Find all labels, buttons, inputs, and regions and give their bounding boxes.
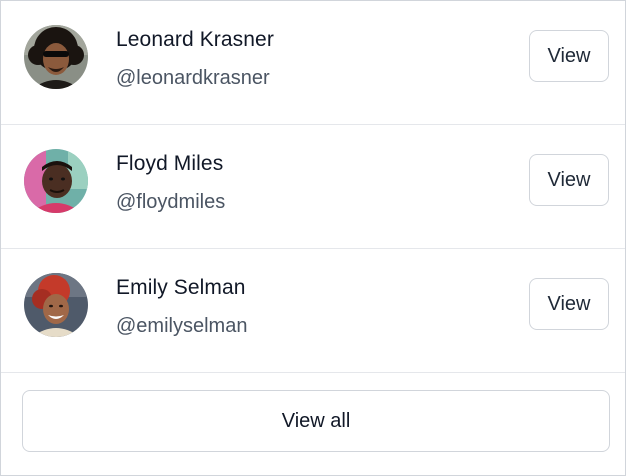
view-button[interactable]: View (529, 154, 609, 206)
list-item: Emily Selman @emilyselman View (1, 249, 625, 373)
avatar (24, 273, 88, 337)
list-item: Leonard Krasner @leonardkrasner View (1, 1, 625, 125)
person-name: Floyd Miles (116, 152, 224, 175)
person-handle: @leonardkrasner (116, 67, 270, 89)
avatar-photo-icon (24, 25, 88, 89)
person-handle: @emilyselman (116, 315, 248, 337)
avatar-photo-icon (24, 273, 88, 337)
avatar-photo-icon (24, 149, 88, 213)
view-button[interactable]: View (529, 30, 609, 82)
view-all-button[interactable]: View all (22, 390, 610, 452)
view-button[interactable]: View (529, 278, 609, 330)
person-name: Emily Selman (116, 276, 246, 299)
list-item: Floyd Miles @floydmiles View (1, 125, 625, 249)
avatar (24, 149, 88, 213)
avatar (24, 25, 88, 89)
person-handle: @floydmiles (116, 191, 226, 213)
person-name: Leonard Krasner (116, 28, 274, 51)
people-list-card: Leonard Krasner @leonardkrasner View Flo (0, 0, 626, 476)
people-list: Leonard Krasner @leonardkrasner View Flo (1, 1, 625, 373)
